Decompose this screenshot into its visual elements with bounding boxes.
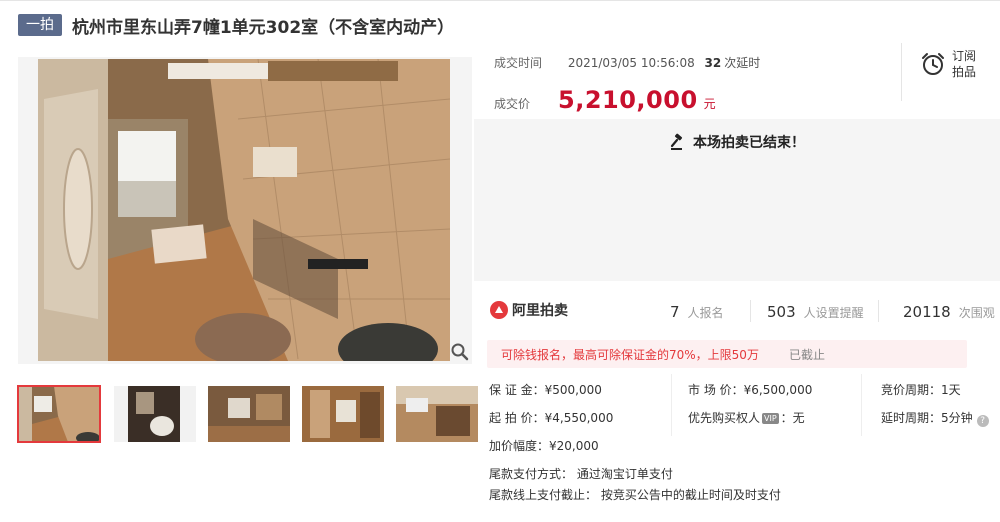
thumbnail-strip <box>17 385 478 444</box>
priority-label: 优先购买权人 <box>688 411 761 425</box>
subscribe-label-line1: 订阅 <box>952 49 977 63</box>
stat-separator <box>878 300 879 322</box>
deal-price-value: 5,210,000 <box>558 86 698 114</box>
thumbnail-5[interactable] <box>396 386 478 442</box>
signup-stat: 7 人报名 <box>670 302 724 321</box>
reminder-count: 503 <box>767 303 796 321</box>
detail-deposit: 保 证 金：¥500,000 <box>489 383 602 397</box>
detail-market-price: 市 场 价：¥6,500,000 <box>688 383 813 397</box>
help-icon[interactable]: ? <box>976 415 989 427</box>
detail-priority: 优先购买权人 VIP ：无 <box>688 409 805 426</box>
zoom-icon[interactable] <box>450 342 470 362</box>
thumbnail-3[interactable] <box>208 386 290 442</box>
deal-time-label: 成交时间 <box>494 56 543 70</box>
reminder-label: 人设置提醒 <box>803 306 864 320</box>
title-row: 一拍 杭州市里东山弄7幢1单元302室（不含室内动产） <box>18 12 454 38</box>
ali-auction-logo: 阿里拍卖 <box>490 300 568 320</box>
detail-delay-period: 延时周期：5分钟? <box>881 409 989 427</box>
view-stat: 20118 次围观 <box>903 302 995 321</box>
extension-count: 32 <box>704 56 722 70</box>
deposit-tip: 可除钱报名，最高可除保证金的70%，上限50万 已截止 <box>487 340 967 368</box>
deal-price-label: 成交价 <box>494 97 531 111</box>
detail-separator <box>861 374 862 436</box>
alarm-clock-icon <box>922 53 944 75</box>
subscribe-divider <box>901 43 902 101</box>
view-count: 20118 <box>903 303 951 321</box>
deposit-tip-status: 已截止 <box>789 348 826 362</box>
deal-price-row: 成交价 5,210,000 元 <box>494 86 716 114</box>
auction-ended-text: 本场拍卖已结束！ <box>693 135 805 151</box>
detail-start-price: 起 拍 价：¥4,550,000 <box>489 411 614 425</box>
deposit-tip-message: 可除钱报名，最高可除保证金的70%，上限50万 <box>501 348 759 362</box>
reminder-stat: 503 人设置提醒 <box>767 302 864 321</box>
stat-separator <box>750 300 751 322</box>
deal-time-row: 成交时间 2021/03/05 10:56:08 32 次延时 <box>494 54 760 71</box>
stats-bar: 阿里拍卖 7 人报名 503 人设置提醒 20118 次围观 <box>474 292 1000 328</box>
detail-payment-deadline: 尾款线上支付截止： 按竞买公告中的截止时间及时支付 <box>489 488 781 502</box>
deal-time-value: 2021/03/05 10:56:08 <box>567 56 695 70</box>
auction-round-badge: 一拍 <box>18 14 62 36</box>
detail-bid-period: 竞价周期：1天 <box>881 383 961 397</box>
detail-increment: 加价幅度：¥20,000 <box>489 439 599 453</box>
ali-logo-text: 阿里拍卖 <box>512 303 568 319</box>
thumbnail-2[interactable] <box>114 386 196 442</box>
gavel-icon <box>670 133 683 150</box>
priority-value: ：无 <box>780 411 805 425</box>
ali-logo-icon <box>490 301 508 319</box>
detail-payment-method: 尾款支付方式： 通过淘宝订单支付 <box>489 467 673 481</box>
subscribe-button[interactable]: 订阅 拍品 <box>920 48 980 80</box>
deal-price-unit: 元 <box>703 97 716 111</box>
auction-ended-message: 本场拍卖已结束！ <box>474 132 1000 152</box>
auction-status-panel: 本场拍卖已结束！ <box>474 119 1000 281</box>
main-photo-image <box>38 59 450 361</box>
vip-badge-icon: VIP <box>762 413 779 424</box>
thumbnail-1[interactable] <box>17 385 101 443</box>
top-border <box>0 0 1000 1</box>
signup-count: 7 <box>670 303 680 321</box>
thumbnail-4[interactable] <box>302 386 384 442</box>
page-title: 杭州市里东山弄7幢1单元302室（不含室内动产） <box>72 17 455 38</box>
detail-separator <box>671 374 672 436</box>
subscribe-label-line2: 拍品 <box>952 65 977 79</box>
signup-label: 人报名 <box>687 306 724 320</box>
main-photo[interactable] <box>18 57 472 364</box>
extension-unit: 次延时 <box>724 56 761 70</box>
delay-period-text: 延时周期：5分钟 <box>881 411 973 425</box>
view-label: 次围观 <box>958 306 995 320</box>
